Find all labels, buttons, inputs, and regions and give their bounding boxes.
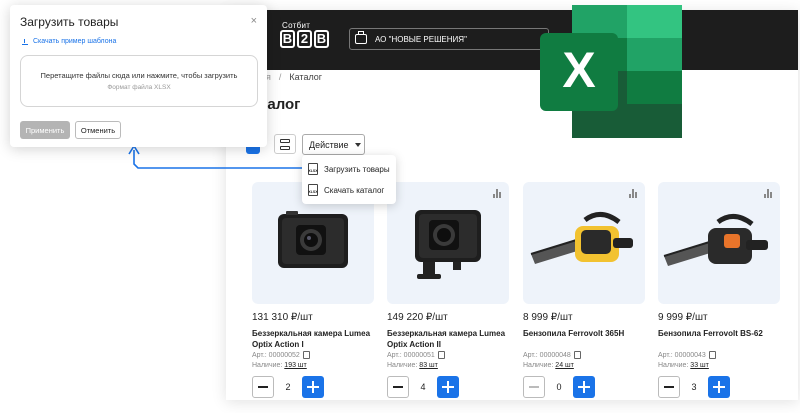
cancel-button[interactable]: Отменить [75, 121, 121, 139]
xlsx-file-icon: XLSX [308, 163, 318, 175]
apply-button[interactable]: Применить [20, 121, 70, 139]
xlsx-file-icon: XLSX [308, 184, 318, 196]
action-dropdown-menu: XLSX Загрузить товары XLSX Скачать катал… [302, 155, 396, 204]
download-icon [22, 38, 28, 45]
download-template-link[interactable]: Скачать пример шаблона [22, 38, 116, 45]
excel-logo-icon: X [540, 5, 682, 138]
svg-text:X: X [562, 42, 595, 98]
menu-item-label: Загрузить товары [324, 164, 390, 174]
menu-item-label: Скачать каталог [324, 185, 385, 195]
close-icon[interactable]: × [251, 15, 257, 27]
stage: Сотбит B 2 B АО "НОВЫЕ РЕШЕНИЯ" ная / Ка… [0, 0, 800, 413]
template-link-label: Скачать пример шаблона [33, 38, 117, 45]
dropzone-text: Перетащите файлы сюда или нажмите, чтобы… [40, 71, 238, 80]
menu-item-download-catalog[interactable]: XLSX Скачать каталог [308, 181, 384, 199]
modal-title: Загрузить товары [20, 15, 119, 29]
menu-item-upload-products[interactable]: XLSX Загрузить товары [308, 160, 390, 178]
dropzone-format-hint: Формат файла XLSX [107, 84, 171, 91]
file-dropzone[interactable]: Перетащите файлы сюда или нажмите, чтобы… [20, 55, 258, 107]
upload-products-modal: Загрузить товары × Скачать пример шаблон… [10, 5, 267, 147]
